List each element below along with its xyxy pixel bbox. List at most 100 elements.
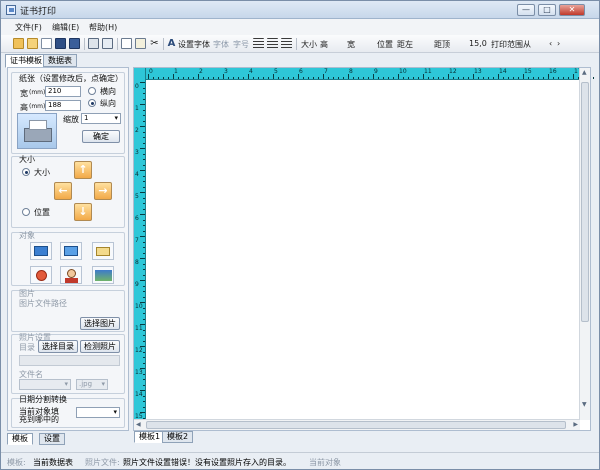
menu-edit[interactable]: 编辑(E) [52,22,79,33]
set-font-button[interactable]: 设置字体 [178,39,210,50]
date-group-title: 日期分割转换 [19,395,67,404]
filename-select[interactable] [19,379,71,390]
ruler-label: 8 [135,259,139,266]
zoom-select[interactable]: 1 [81,113,121,124]
font-settings-icon[interactable]: A [166,38,177,49]
ruler-label: 11 [135,325,143,332]
top-label: 距顶 [434,40,450,49]
vertical-scroll-thumb[interactable] [581,82,589,322]
maximize-button[interactable]: □ [538,4,556,16]
ruler-minor-tick [208,77,209,79]
position-radio[interactable] [22,208,30,216]
align-left-icon[interactable] [253,38,264,49]
ruler-minor-tick [143,93,145,94]
scroll-right-icon[interactable]: ▶ [573,421,578,428]
date-target-select[interactable] [76,407,120,418]
folder-icon[interactable] [27,38,38,49]
horizontal-scroll-thumb[interactable] [146,421,566,429]
minimize-button[interactable]: — [517,4,535,16]
new-file-icon[interactable] [41,38,52,49]
landscape-radio[interactable] [88,87,96,95]
photo-directory-input[interactable] [19,355,120,366]
scroll-up-icon[interactable]: ▲ [582,69,587,76]
photo-object-icon[interactable] [60,266,82,284]
ruler-major-tick [140,82,145,83]
ruler-label: 0 [149,68,153,75]
tab-template-1[interactable]: 模板1 [134,431,166,443]
select-directory-button[interactable]: 选择目录 [38,340,78,353]
portrait-radio[interactable] [88,99,96,107]
arrow-right-icon[interactable]: → [94,182,112,200]
size-radio[interactable] [22,168,30,176]
print-icon[interactable] [88,38,99,49]
save-icon[interactable] [55,38,66,49]
print-preview-icon[interactable] [102,38,113,49]
ruler-label: 13 [135,369,143,376]
align-center-icon[interactable] [267,38,278,49]
check-photo-button[interactable]: 检测照片 [80,340,120,353]
picture-object-icon[interactable] [92,266,114,284]
paper-width-input[interactable]: 210 [45,86,81,97]
ruler-minor-tick [163,77,164,79]
ruler-major-tick [140,280,145,281]
paper-height-input[interactable]: 188 [45,100,81,111]
file-extension-select[interactable]: .jpg [76,379,108,390]
ruler-minor-tick [258,77,259,79]
ruler-label: 1 [135,105,139,112]
menu-help[interactable]: 帮助(H) [89,22,117,33]
ruler-minor-tick [213,77,214,79]
close-button[interactable]: ✕ [559,4,585,16]
arrow-up-icon[interactable]: ↑ [74,161,92,179]
align-right-icon[interactable] [281,38,292,49]
ruler-label: 16 [549,68,557,75]
confirm-button[interactable]: 确定 [82,130,120,143]
ruler-label: 5 [135,193,139,200]
tab-data-table[interactable]: 数据表 [43,54,77,67]
paste-icon[interactable] [135,38,146,49]
ruler-label: 13 [474,68,482,75]
ruler-minor-tick [483,77,484,79]
ruler-minor-tick [143,384,145,386]
seal-object-icon[interactable] [30,266,52,284]
position-label: 位置 [377,40,393,49]
horizontal-scrollbar[interactable]: ◀ ▶ [134,419,580,430]
select-image-button[interactable]: 选择图片 [80,317,120,330]
text-object-icon[interactable] [30,242,52,260]
arrow-down-icon[interactable]: ↓ [74,203,92,221]
certificate-paper[interactable] [146,80,580,420]
copy-icon[interactable] [121,38,132,49]
position-radio-label: 位置 [34,208,50,217]
arrow-left-icon[interactable]: ← [54,182,72,200]
ruler-minor-tick [143,208,145,210]
frame-object-icon[interactable] [60,242,82,260]
ruler-minor-tick [518,77,519,79]
tab-settings[interactable]: 设置 [39,433,65,445]
menu-file[interactable]: 文件(F) [15,22,42,33]
ruler-minor-tick [353,77,354,79]
ruler-minor-tick [178,77,179,79]
toolbar-overflow-icon[interactable]: ‹ [549,39,552,48]
tab-certificate-template[interactable]: 证书模板 [5,54,47,68]
ruler-minor-tick [188,77,189,79]
ruler-minor-tick [143,274,145,276]
scroll-left-icon[interactable]: ◀ [136,421,141,428]
ruler-label: 6 [135,215,139,222]
size-radio-label: 大小 [34,168,50,177]
toolbar-overflow-icon[interactable]: › [557,39,560,48]
ruler-minor-tick [493,77,494,79]
envelope-object-icon[interactable] [92,242,114,260]
range-from-label: 从 [523,40,531,49]
tab-template[interactable]: 模板 [7,433,33,445]
ruler-minor-tick [253,77,254,79]
scroll-down-icon[interactable]: ▼ [582,401,587,408]
zoom-label: 缩放 [63,115,79,124]
ruler-minor-tick [143,175,145,177]
tab-template-2[interactable]: 模板2 [162,431,194,443]
ruler-minor-tick [363,77,364,79]
ruler-minor-tick [143,247,145,248]
vertical-scrollbar[interactable]: ▲ ▼ [579,68,590,420]
save-as-icon[interactable] [69,38,80,49]
cut-icon[interactable]: ✂ [149,38,160,49]
open-folder-icon[interactable] [13,38,24,49]
image-path-label: 图片文件路径 [19,299,67,308]
